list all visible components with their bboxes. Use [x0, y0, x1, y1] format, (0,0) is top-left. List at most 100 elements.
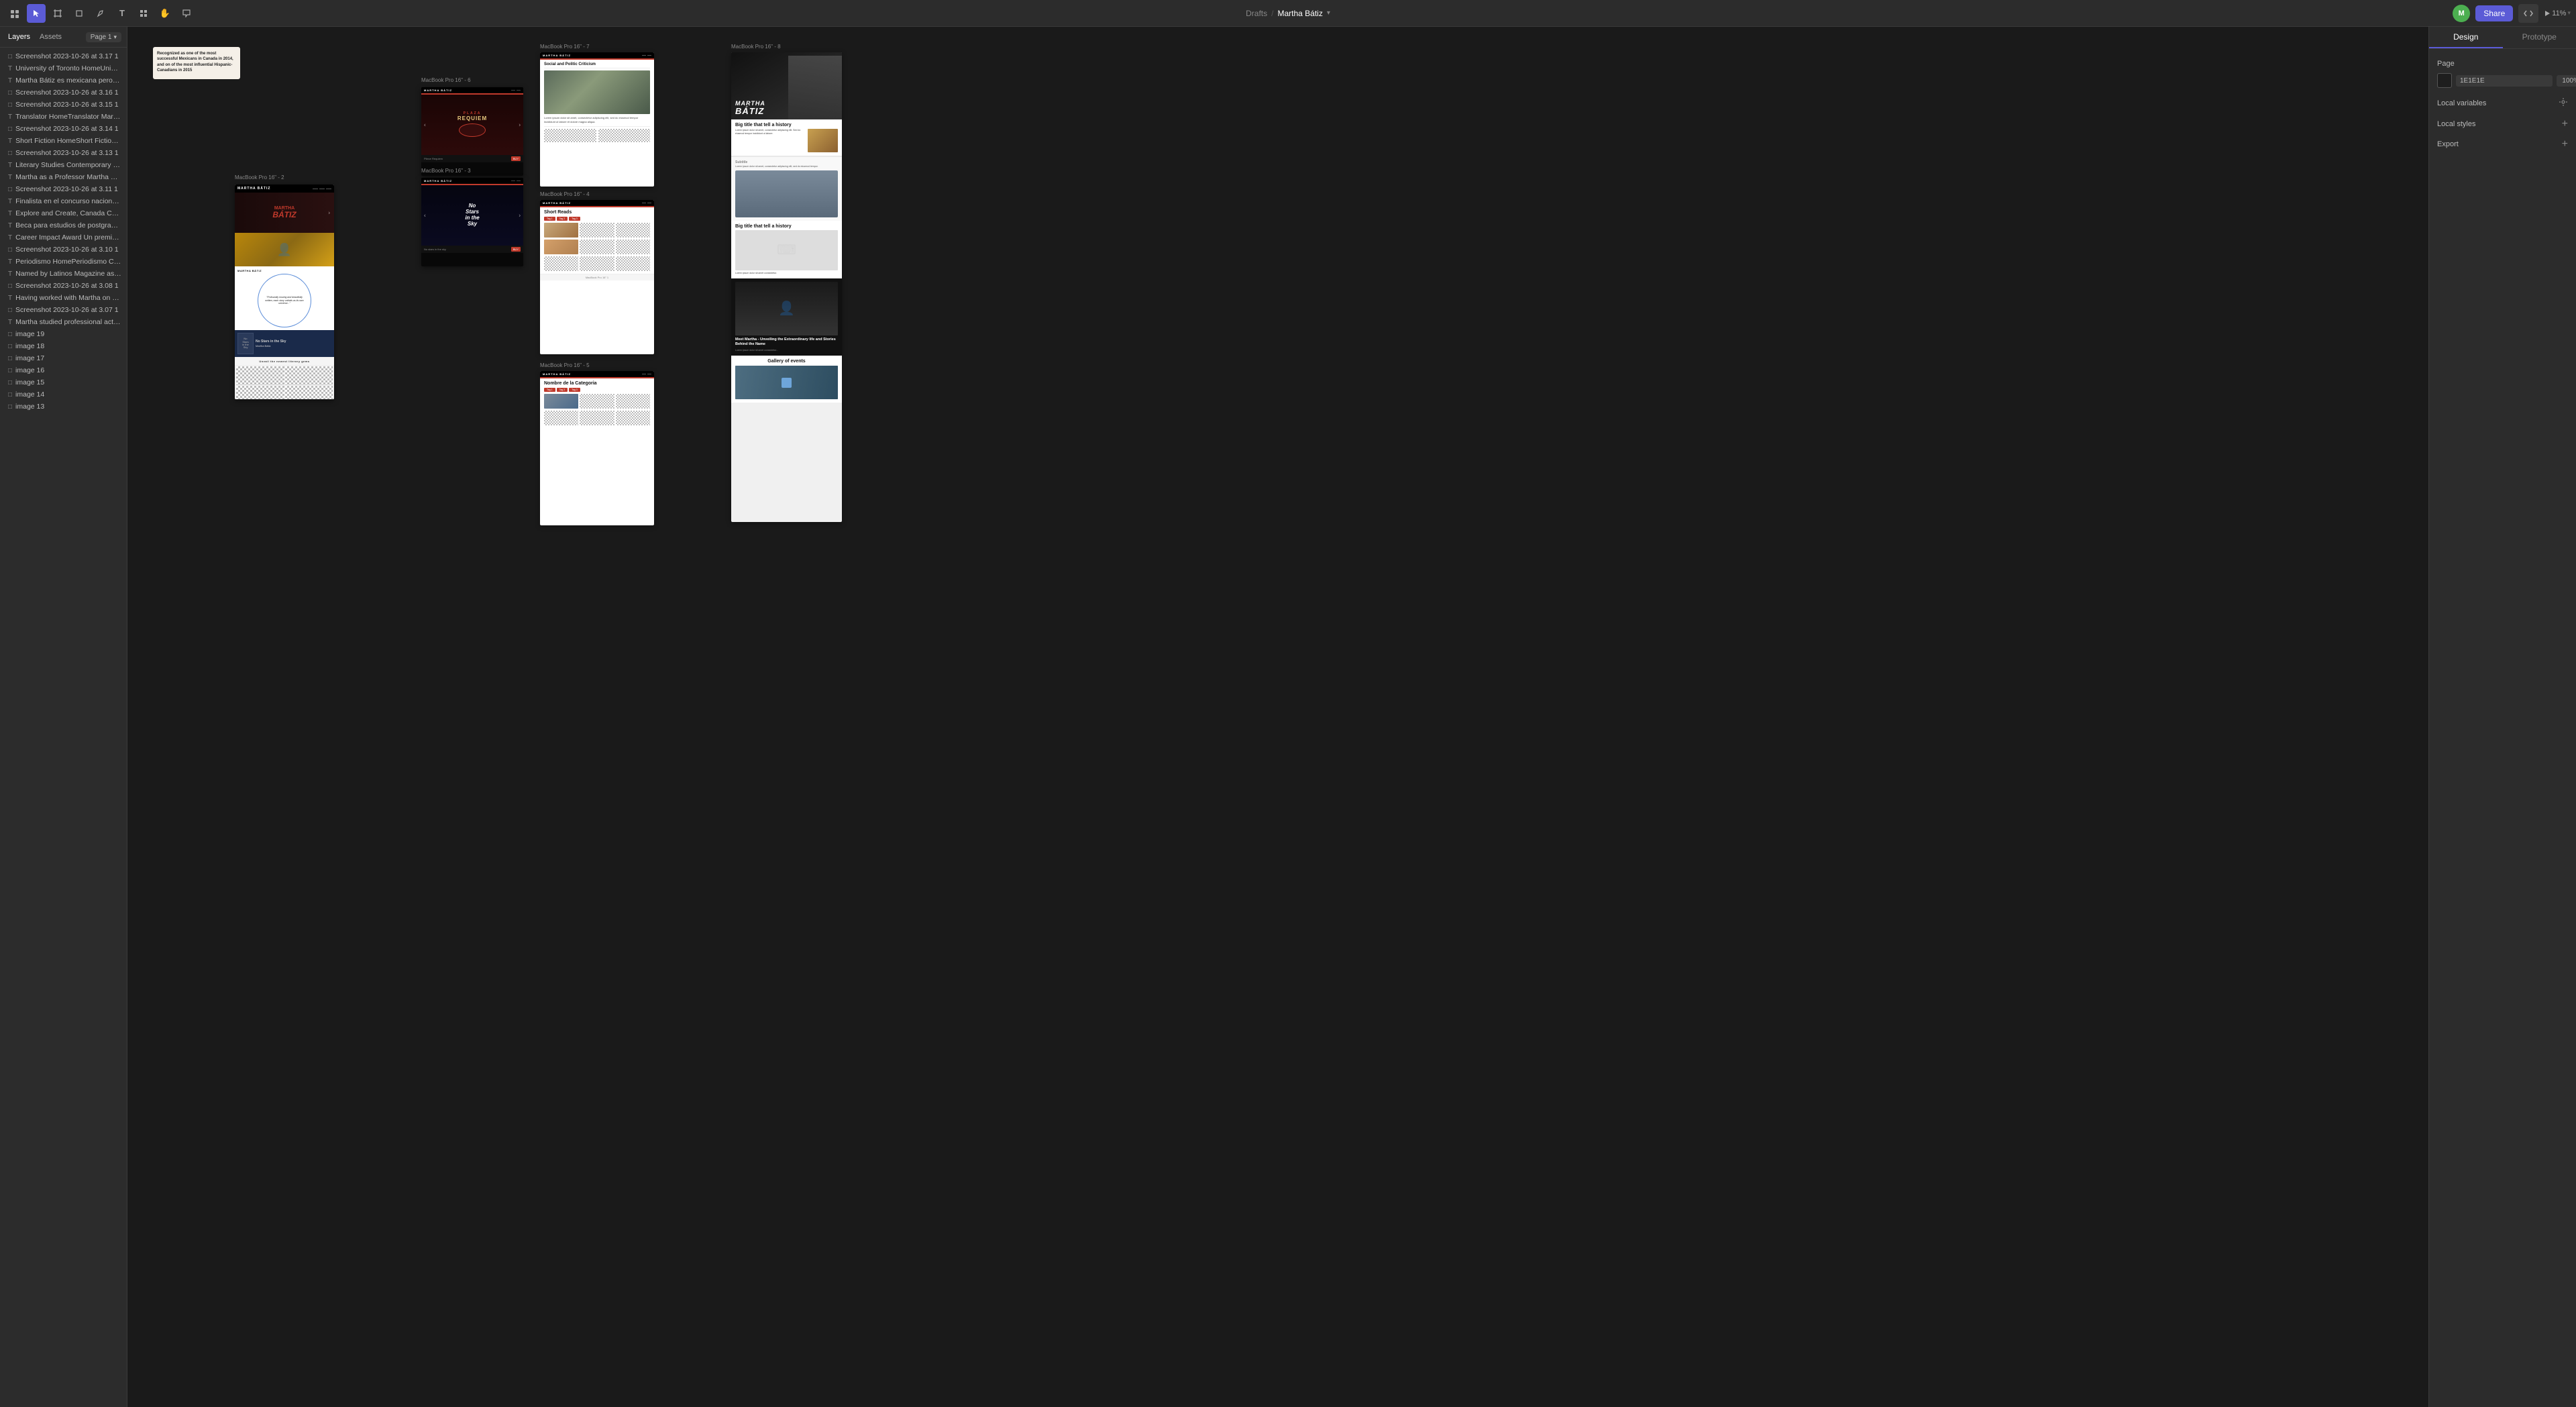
layer-type-icon: □ — [8, 391, 12, 399]
layer-label: image 16 — [15, 366, 44, 374]
layer-item[interactable]: □ image 19 — [0, 328, 127, 340]
layer-item[interactable]: T Having worked with Martha on her... — [0, 292, 127, 304]
layer-item[interactable]: □ Screenshot 2023-10-26 at 3.13 1 — [0, 147, 127, 159]
tab-assets[interactable]: Assets — [37, 31, 64, 43]
layer-item[interactable]: □ image 15 — [0, 376, 127, 388]
page-color-swatch[interactable] — [2437, 73, 2452, 88]
breadcrumb: Drafts / Martha Bátiz ▾ — [1246, 9, 1330, 18]
frame-tool[interactable] — [48, 4, 67, 23]
frame-2[interactable]: MARTHA BÁTIZ MARTHABÁTIZ › 👤 — [235, 185, 334, 399]
frame-7[interactable]: MARTHA BÁTIZ Social and Politic Criticis… — [540, 52, 654, 187]
local-variables-header: Local variables — [2437, 97, 2568, 109]
comment-tool[interactable] — [177, 4, 196, 23]
layer-item[interactable]: T Literary Studies Contemporary Lat... — [0, 159, 127, 171]
layer-type-icon: T — [8, 77, 12, 85]
page-selector[interactable]: Page 1 ▾ — [86, 32, 121, 42]
layer-type-icon: □ — [8, 246, 12, 254]
layer-type-icon: □ — [8, 101, 12, 109]
layer-item[interactable]: T Finalista en el concurso nacional d... — [0, 195, 127, 207]
tab-design[interactable]: Design — [2429, 27, 2503, 48]
tab-prototype[interactable]: Prototype — [2503, 27, 2576, 48]
layer-item[interactable]: T Martha Bátiz es mexicana pero viv... — [0, 74, 127, 87]
layer-item[interactable]: T Periodismo HomePeriodismo Colu... — [0, 256, 127, 268]
layer-label: Having worked with Martha on her... — [15, 294, 121, 302]
canvas-inner: Recognized as one of the most successful… — [141, 40, 1147, 711]
layer-type-icon: □ — [8, 186, 12, 193]
layer-type-icon: T — [8, 65, 12, 72]
frame-5[interactable]: MARTHA BÁTIZ Nombre de la Categoria Tag … — [540, 371, 654, 525]
layer-item[interactable]: □ image 18 — [0, 340, 127, 352]
menu-button[interactable] — [5, 4, 24, 23]
frame-3-label: MacBook Pro 16" - 3 — [421, 168, 471, 174]
local-variables-settings-button[interactable] — [2559, 97, 2568, 109]
component-tool[interactable] — [134, 4, 153, 23]
layer-item[interactable]: □ Screenshot 2023-10-26 at 3.16 1 — [0, 87, 127, 99]
layer-item[interactable]: □ image 17 — [0, 352, 127, 364]
layer-item[interactable]: □ Screenshot 2023-10-26 at 3.07 1 — [0, 304, 127, 316]
breadcrumb-file[interactable]: Martha Bátiz — [1277, 9, 1322, 18]
layer-item[interactable]: T University of Toronto HomeUniver... — [0, 62, 127, 74]
frame-8[interactable]: MARTHA BÁTIZ Big title that tell a histo… — [731, 52, 842, 522]
frame-3[interactable]: MARTHA BÁTIZ NoStarsin theSky › ‹ No sta… — [421, 178, 523, 266]
breadcrumb-arrow-icon[interactable]: ▾ — [1327, 9, 1330, 17]
page-hex-input[interactable] — [2456, 75, 2553, 87]
layer-label: Screenshot 2023-10-26 at 3.15 1 — [15, 101, 119, 109]
layer-type-icon: T — [8, 319, 12, 326]
layer-item[interactable]: T Martha studied professional acting... — [0, 316, 127, 328]
export-header: Export + — [2437, 139, 2568, 150]
text-tool[interactable]: T — [113, 4, 131, 23]
layer-item[interactable]: T Martha as a Professor Martha disc... — [0, 171, 127, 183]
layer-item[interactable]: □ image 14 — [0, 388, 127, 401]
layer-type-icon: T — [8, 234, 12, 242]
layer-type-icon: □ — [8, 367, 12, 374]
zoom-arrow: ▾ — [2567, 9, 2571, 17]
share-button[interactable]: Share — [2475, 5, 2513, 21]
layer-type-icon: □ — [8, 282, 12, 290]
layer-label: Martha studied professional acting... — [15, 318, 121, 326]
layer-item[interactable]: □ Screenshot 2023-10-26 at 3.17 1 — [0, 50, 127, 62]
code-button[interactable] — [2518, 4, 2538, 23]
tab-layers[interactable]: Layers — [5, 31, 33, 43]
layer-item[interactable]: □ Screenshot 2023-10-26 at 3.15 1 — [0, 99, 127, 111]
export-title: Export — [2437, 140, 2459, 148]
export-add-button[interactable]: + — [2562, 139, 2568, 150]
local-styles-header: Local styles + — [2437, 119, 2568, 129]
layer-type-icon: □ — [8, 53, 12, 60]
layer-item[interactable]: □ Screenshot 2023-10-26 at 3.11 1 — [0, 183, 127, 195]
frame-6[interactable]: MARTHA BÁTIZ PLAZA REQUIEM › ‹ — [421, 87, 523, 176]
layer-item[interactable]: T Explore and Create, Canada Coun... — [0, 207, 127, 219]
local-variables-title: Local variables — [2437, 99, 2486, 107]
local-styles-add-button[interactable]: + — [2562, 119, 2568, 129]
layer-label: Screenshot 2023-10-26 at 3.13 1 — [15, 149, 119, 157]
layer-item[interactable]: □ Screenshot 2023-10-26 at 3.10 1 — [0, 244, 127, 256]
hand-tool[interactable]: ✋ — [156, 4, 174, 23]
layer-item[interactable]: □ image 16 — [0, 364, 127, 376]
layer-item[interactable]: T Career Impact Award Un premio a ... — [0, 231, 127, 244]
select-tool[interactable] — [27, 4, 46, 23]
frame-label-2: MacBook Pro 16" - 2 — [235, 174, 284, 182]
layer-item[interactable]: T Short Fiction HomeShort Fiction 'T... — [0, 135, 127, 147]
shape-tool[interactable] — [70, 4, 89, 23]
layer-item[interactable]: □ Screenshot 2023-10-26 at 3.08 1 — [0, 280, 127, 292]
frame-5-label: MacBook Pro 16" - 5 — [540, 362, 590, 368]
layer-type-icon: T — [8, 138, 12, 145]
breadcrumb-folder: Drafts — [1246, 9, 1267, 18]
layer-type-icon: □ — [8, 403, 12, 411]
page-opacity-input[interactable] — [2557, 75, 2576, 87]
pen-tool[interactable] — [91, 4, 110, 23]
play-button[interactable]: 11% ▾ — [2544, 9, 2571, 17]
layer-type-icon: □ — [8, 89, 12, 97]
layer-label: Beca para estudios de postgrado, ... — [15, 221, 121, 229]
layer-label: University of Toronto HomeUniver... — [15, 64, 121, 72]
layer-type-icon: T — [8, 222, 12, 229]
frame-text-card[interactable]: Recognized as one of the most successful… — [153, 47, 240, 79]
layer-item[interactable]: T Beca para estudios de postgrado, ... — [0, 219, 127, 231]
layer-item[interactable]: □ image 13 — [0, 401, 127, 413]
layer-label: image 19 — [15, 330, 44, 338]
layer-item[interactable]: T Named by Latinos Magazine as on... — [0, 268, 127, 280]
layer-item[interactable]: □ Screenshot 2023-10-26 at 3.14 1 — [0, 123, 127, 135]
frame-4[interactable]: MARTHA BÁTIZ Short Reads Tag 1 Tag 2 Tag… — [540, 200, 654, 354]
layer-label: Screenshot 2023-10-26 at 3.08 1 — [15, 282, 119, 290]
layer-item[interactable]: T Translator HomeTranslator Martha... — [0, 111, 127, 123]
canvas[interactable]: Recognized as one of the most successful… — [127, 27, 2428, 1407]
